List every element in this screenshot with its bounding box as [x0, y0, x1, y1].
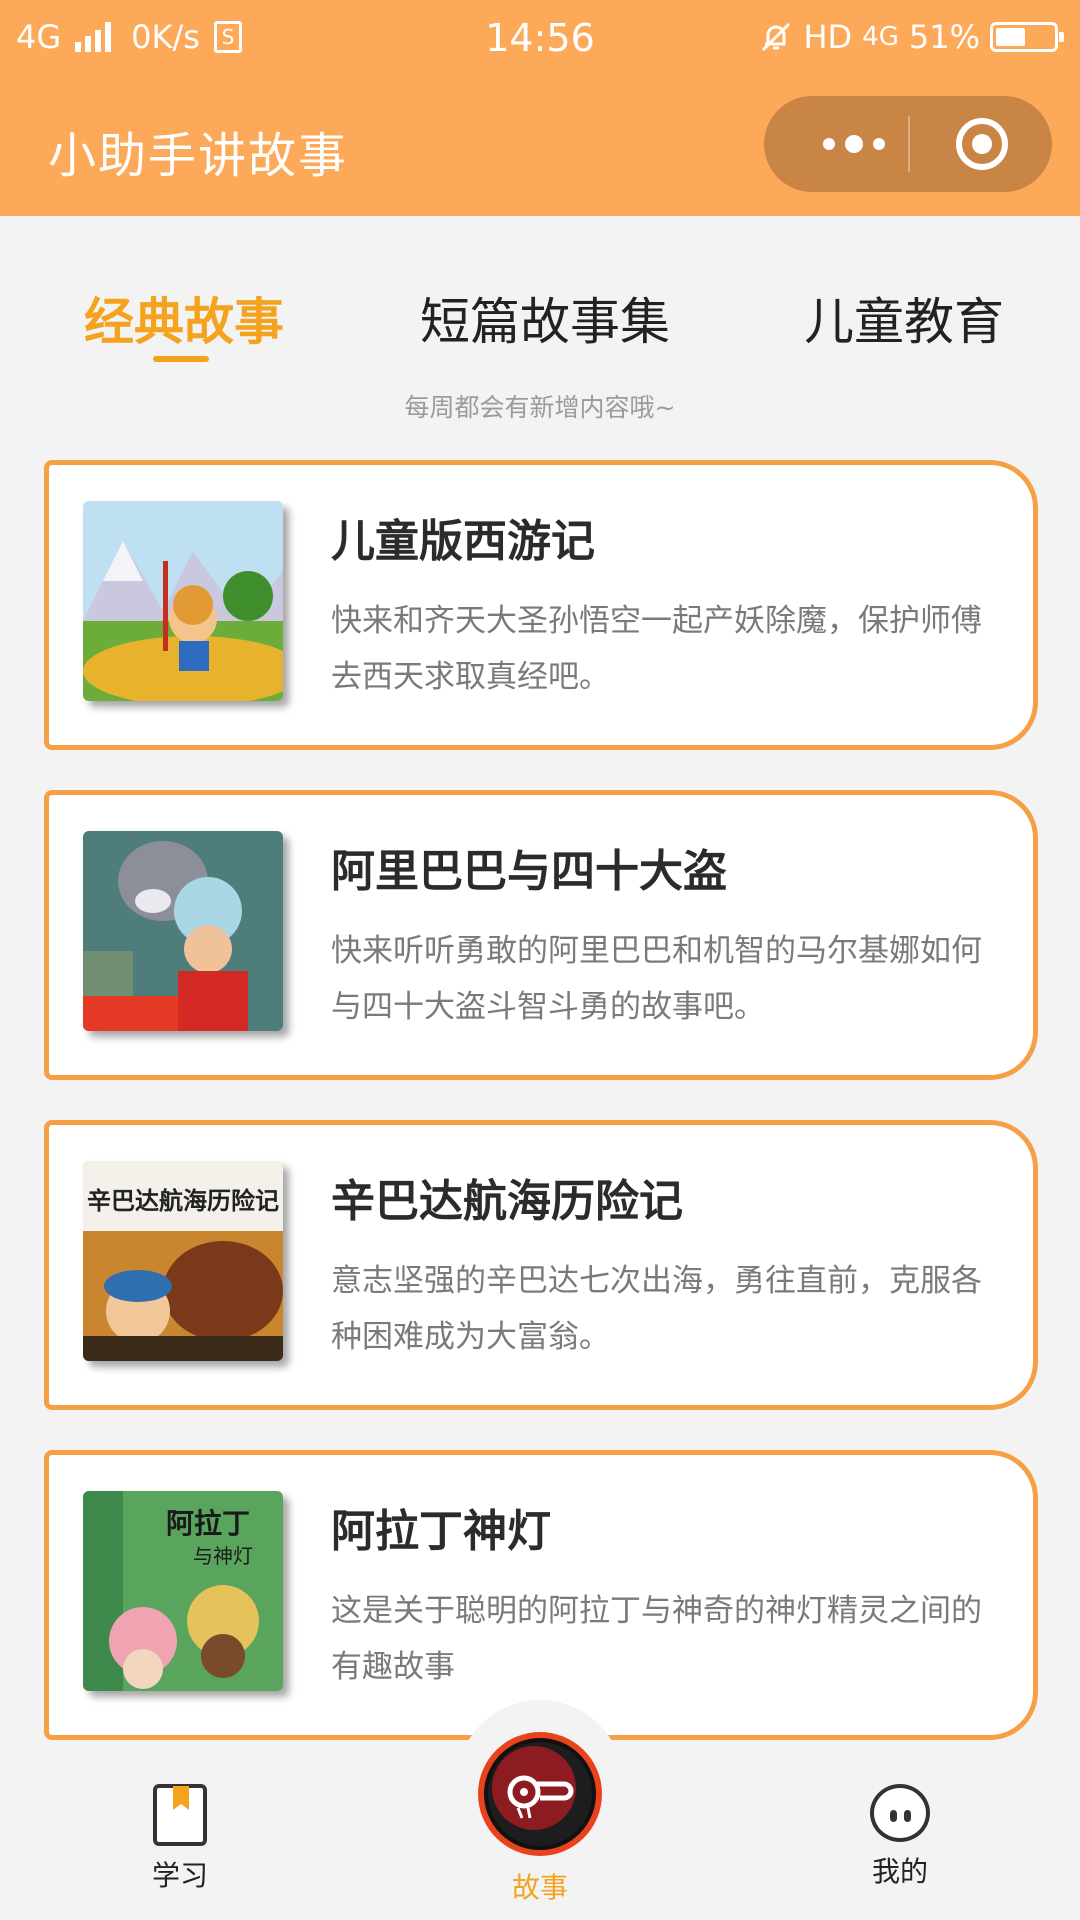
book-icon — [153, 1784, 207, 1846]
story-cover-image — [83, 831, 283, 1031]
story-card[interactable]: 阿拉丁 与神灯 阿拉丁神灯 这是关于聪明的阿拉丁与神奇的神灯精灵之间的有趣故事 — [44, 1450, 1038, 1740]
cover-subtitle-text: 与神灯 — [193, 1544, 253, 1568]
top-bar: 4G 0K/s S 14:56 HD 4G 51% 小助手讲故事 — [0, 0, 1080, 216]
story-card[interactable]: 阿里巴巴与四十大盗 快来听听勇敢的阿里巴巴和机智的马尔基娜如何与四十大盗斗智斗勇… — [44, 790, 1038, 1080]
tab-me[interactable]: 我的 — [850, 1784, 950, 1890]
cover-title-text: 阿拉丁 — [166, 1507, 250, 1540]
mascot-face-icon — [870, 1784, 930, 1842]
network-type-2: 4G — [862, 22, 899, 52]
miniprogram-capsule — [764, 96, 1052, 192]
story-record-icon — [478, 1732, 602, 1856]
tab-children-education[interactable]: 儿童教育 — [804, 282, 1004, 354]
battery-level — [996, 28, 1025, 46]
tab-story-label: 故事 — [511, 1871, 568, 1904]
cover-title-text: 辛巴达航海历险记 — [87, 1187, 279, 1215]
story-title: 阿里巴巴与四十大盗 — [331, 846, 727, 897]
story-title: 阿拉丁神灯 — [331, 1506, 551, 1557]
story-description: 这是关于聪明的阿拉丁与神奇的神灯精灵之间的有趣故事 — [331, 1593, 982, 1685]
more-menu-button[interactable] — [802, 96, 906, 192]
battery-icon — [990, 22, 1064, 52]
tab-story[interactable]: 故事 — [478, 1732, 602, 1906]
story-description: 意志坚强的辛巴达七次出海，勇往直前，克服各种困难成为大富翁。 — [331, 1263, 982, 1355]
whistle-icon — [507, 1775, 574, 1819]
active-tab-indicator — [153, 356, 209, 362]
tab-classic-stories[interactable]: 经典故事 — [84, 282, 284, 354]
story-cover-image — [83, 501, 283, 701]
tab-me-label: 我的 — [871, 1855, 928, 1888]
story-card[interactable]: 辛巴达航海历险记 辛巴达航海历险记 意志坚强的辛巴达七次出海，勇往直前，克服各种… — [44, 1120, 1038, 1410]
tab-study-label: 学习 — [151, 1859, 208, 1892]
tab-study[interactable]: 学习 — [130, 1784, 230, 1894]
capsule-divider — [908, 116, 910, 172]
update-note: 每周都会有新增内容哦~ — [404, 393, 676, 422]
story-card[interactable]: 儿童版西游记 快来和齐天大圣孙悟空一起产妖除魔，保护师傅去西天求取真经吧。 — [44, 460, 1038, 750]
close-target-icon[interactable] — [956, 118, 1008, 170]
more-dot-icon — [823, 138, 835, 150]
story-title: 辛巴达航海历险记 — [331, 1176, 683, 1227]
battery-percent: 51% — [908, 18, 980, 56]
page-title: 小助手讲故事 — [48, 128, 349, 184]
alarm-off-icon — [762, 22, 791, 52]
story-cover-image: 辛巴达航海历险记 — [83, 1161, 283, 1361]
story-description: 快来和齐天大圣孙悟空一起产妖除魔，保护师傅去西天求取真经吧。 — [331, 603, 982, 695]
hd-indicator: HD — [803, 18, 853, 56]
status-bar: 4G 0K/s S 14:56 HD 4G 51% — [0, 0, 1080, 76]
more-dot-icon — [845, 135, 863, 153]
story-description: 快来听听勇敢的阿里巴巴和机智的马尔基娜如何与四十大盗斗智斗勇的故事吧。 — [331, 933, 982, 1025]
category-tabs: 经典故事 短篇故事集 儿童教育 — [0, 270, 1080, 360]
story-cover-image: 阿拉丁 与神灯 — [83, 1491, 283, 1691]
story-title: 儿童版西游记 — [331, 516, 595, 567]
more-dot-icon — [873, 138, 885, 150]
tab-short-stories[interactable]: 短篇故事集 — [420, 282, 670, 354]
